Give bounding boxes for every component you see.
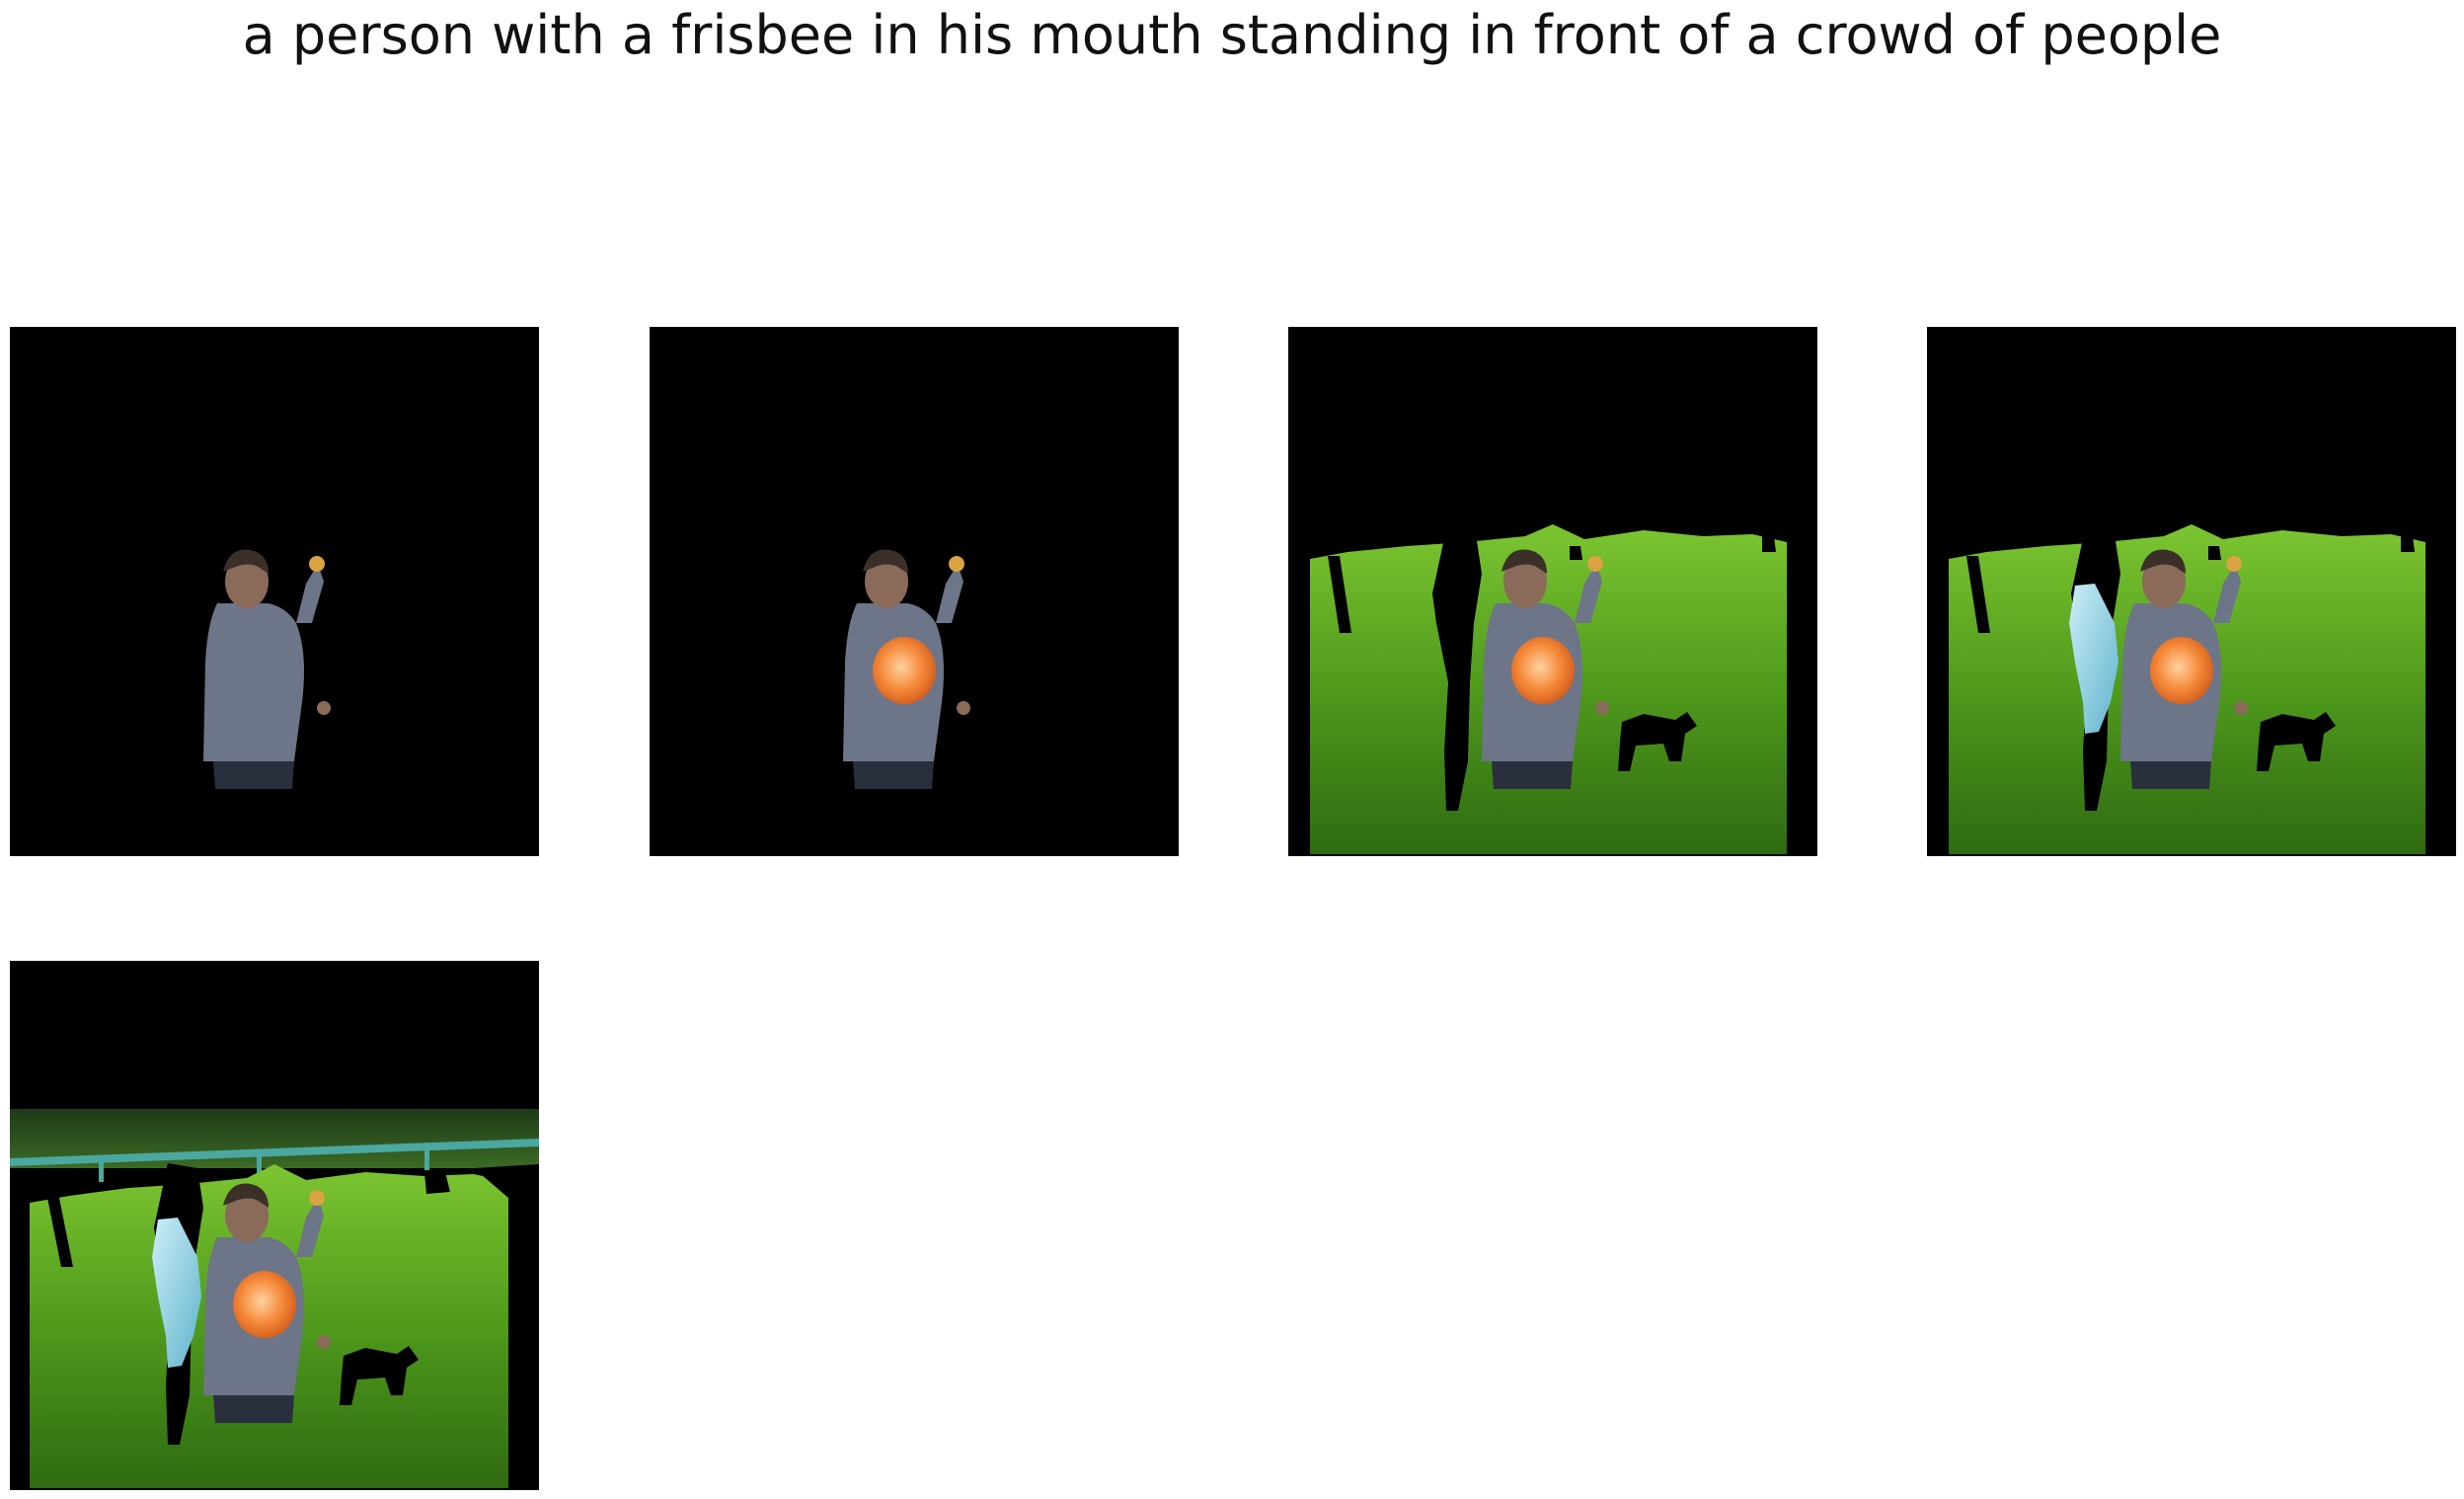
segment-panel-2 [650, 327, 1179, 856]
person-segment [203, 549, 331, 789]
frisbee-segment [873, 637, 936, 704]
frisbee-segment [2150, 637, 2213, 704]
frisbee-segment [233, 1271, 296, 1338]
image-caption: a person with a frisbee in his mouth sta… [242, 4, 2222, 66]
segment-panel-3 [1288, 327, 1817, 856]
segment-panel-4 [1927, 327, 2456, 856]
segment-panel-1 [10, 327, 539, 856]
segment-panel-5 [10, 961, 539, 1490]
frisbee-segment [1511, 637, 1575, 704]
